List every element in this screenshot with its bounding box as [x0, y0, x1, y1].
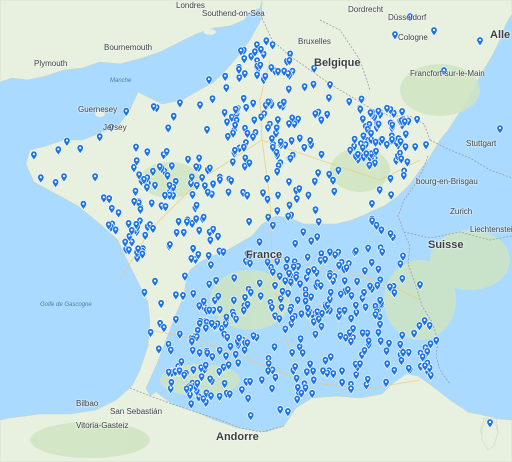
label-dusseldorf: Düsseldorf [388, 13, 427, 22]
label-manche: Manche [110, 78, 132, 84]
label-bruxelles: Bruxelles [298, 37, 331, 46]
label-southend: Southend-on-Sea [202, 9, 265, 18]
label-guernesey: Guernesey [78, 105, 118, 114]
label-dordrecht: Dordrecht [348, 5, 384, 14]
label-plymouth: Plymouth [34, 59, 68, 68]
label-andorre: Andorre [216, 431, 259, 443]
label-liechtenstein: Liechtenstein [470, 225, 512, 234]
label-golfe: Golfe de Gascogne [40, 302, 92, 308]
label-stuttgart: Stuttgart [466, 139, 497, 148]
label-bilbao: Bilbao [76, 399, 99, 408]
label-fribourg: bourg-en-Brisgau [416, 177, 478, 186]
land-wight [204, 29, 216, 35]
label-vitoria: Vitoria-Gasteiz [76, 421, 129, 430]
label-belgique: Belgique [314, 57, 361, 69]
label-cologne: Cologne [398, 33, 428, 42]
label-zurich: Zurich [450, 207, 473, 216]
label-alle: Alle [490, 29, 511, 41]
label-bournemouth: Bournemouth [104, 43, 153, 52]
label-sebastien: San Sebastián [110, 407, 163, 416]
label-france: France [246, 249, 283, 261]
label-suisse: Suisse [428, 239, 464, 251]
label-londres: Londres [176, 1, 205, 10]
label-jersey: Jersey [103, 123, 127, 132]
label-francfort: Francfort-sur-le-Main [410, 69, 485, 78]
